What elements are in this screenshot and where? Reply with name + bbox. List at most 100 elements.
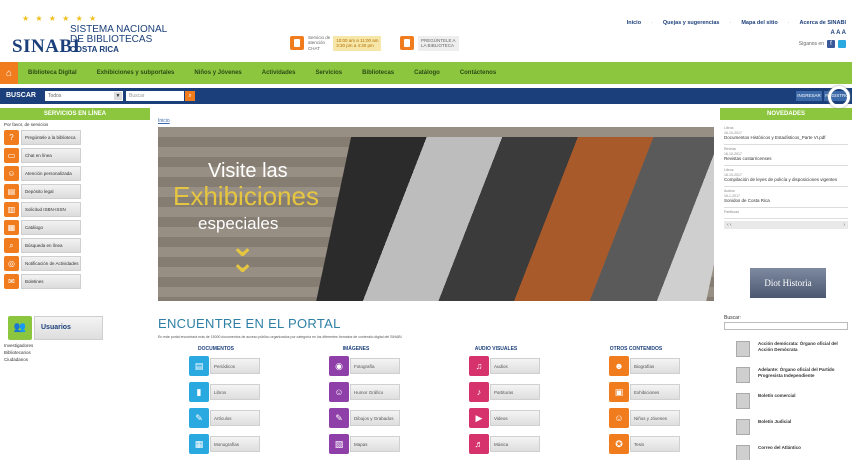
publication-thumbnail: [736, 445, 750, 460]
chat-icon: [290, 36, 304, 50]
publication-item[interactable]: Correo del Atlántico: [732, 440, 848, 460]
chat-promo[interactable]: Servicio de atención CHAT 10:00 am a 11:…: [290, 32, 382, 54]
category-item-videos[interactable]: ▶ Videos: [436, 408, 556, 430]
main-nav: ⌂ Biblioteca Digital Exhibiciones y subp…: [0, 62, 852, 84]
nav-contactenos[interactable]: Contáctenos: [450, 70, 506, 76]
news-next-button[interactable]: ›: [843, 222, 845, 228]
chat-hours-2: 3:30 pm a 4:30 pm: [336, 43, 374, 48]
banner-photos: [314, 137, 714, 301]
breadcrumb[interactable]: Inicio: [158, 118, 170, 124]
nav-exhibiciones[interactable]: Exhibiciones y subportales: [87, 70, 185, 76]
category-item-audios[interactable]: ♫ Audios: [436, 356, 556, 378]
news-item[interactable]: Libros 16-10-2017 Compilación de leyes d…: [724, 166, 848, 187]
news-item[interactable]: Revista 16-10-2017 Revistas costarricens…: [724, 145, 848, 166]
publication-title: Boletín comercial: [758, 393, 796, 398]
exhibitions-banner[interactable]: Visite las Exhibiciones especiales ⌄ ⌄: [158, 127, 714, 301]
users-label: Usuarios: [34, 316, 103, 340]
pencil-icon: ✎: [329, 408, 349, 428]
kids-icon: ☺: [609, 408, 629, 428]
nav-bibliotecas[interactable]: Bibliotecas: [352, 70, 404, 76]
top-links: Inicio · Quejas y sugerencias · Mapa del…: [626, 20, 846, 26]
twitter-icon[interactable]: [838, 40, 846, 48]
question-icon: ?: [4, 130, 19, 145]
news-item[interactable]: Libros 16-10-2017 Documentos Históricos …: [724, 124, 848, 145]
publication-title: Correo del Atlántico: [758, 445, 801, 450]
publication-thumbnail: [736, 341, 750, 357]
users-link-investigadores[interactable]: Investigadores: [4, 342, 33, 349]
article-icon: ✎: [189, 408, 209, 428]
music-icon: ♬: [469, 434, 489, 454]
search-button[interactable]: ⌕: [185, 91, 195, 101]
login-button[interactable]: INGRESAR: [796, 91, 822, 101]
publication-item[interactable]: Boletín comercial: [732, 388, 848, 414]
category-item-monografias[interactable]: ▦ Monografías: [156, 434, 276, 456]
category-item-ninos[interactable]: ☺ Niños y Jóvenes: [576, 408, 696, 430]
category-audiovisuales: AUDIO VISUALES ♫ Audios ♪ Partituras ▶ Vide…: [436, 346, 556, 460]
category-documentos: DOCUMENTOS ▤ Periódicos ▮ Libros ✎ Artículo…: [156, 346, 276, 460]
category-item-dibujos[interactable]: ✎ Dibujos y Grabados: [296, 408, 416, 430]
portal-title: ENCUENTRE EN EL PORTAL: [158, 316, 341, 331]
toplink-mapa[interactable]: Mapa del sitio: [741, 20, 777, 26]
service-busqueda[interactable]: ⌕ Búsqueda en línea: [2, 237, 150, 254]
font-size-controls[interactable]: A A A: [831, 30, 846, 36]
service-notificacion[interactable]: ◎ Notificación de Actividades: [2, 255, 150, 272]
portal-categories: DOCUMENTOS ▤ Periódicos ▮ Libros ✎ Artículo…: [156, 346, 712, 460]
category-item-exhibiciones[interactable]: ▣ Exhibiciones: [576, 382, 696, 404]
nav-servicios[interactable]: Servicios: [305, 70, 352, 76]
users-link-bibliotecarios[interactable]: Bibliotecarios: [4, 349, 33, 356]
sinabi-logo[interactable]: ★ ★ ★ ★ ★ ★ SINABI SISTEMA NACIONAL DE B…: [8, 14, 168, 57]
publication-item[interactable]: Boletín Judicial: [732, 414, 848, 440]
logo-line-3: COSTA RICA: [70, 45, 119, 54]
category-item-musica[interactable]: ♬ Música: [436, 434, 556, 456]
publications-search-input[interactable]: [724, 322, 848, 330]
category-item-periodicos[interactable]: ▤ Periódicos: [156, 356, 276, 378]
service-boletines[interactable]: ✉ Boletines: [2, 273, 150, 290]
users-link-ciudadanos[interactable]: Ciudadanos: [4, 356, 33, 363]
category-item-humor[interactable]: ☺ Humor Gráfico: [296, 382, 416, 404]
category-item-biografias[interactable]: ☻ Biografías: [576, 356, 696, 378]
home-icon[interactable]: ⌂: [0, 62, 18, 84]
catalog-icon: ▦: [4, 220, 19, 235]
service-atencion[interactable]: ☺ Atención personalizada: [2, 165, 150, 182]
chat-icon: ▭: [4, 148, 19, 163]
publication-item[interactable]: Adelante: Órgano oficial del Partido Pro…: [732, 362, 848, 388]
magnifier-icon[interactable]: [828, 86, 850, 108]
search-bar: BUSCAR Todos ▼ Buscar ⌕ INGRESAR REGISTR…: [0, 88, 852, 104]
users-button[interactable]: 👥 Usuarios: [8, 316, 103, 340]
category-item-mapas[interactable]: ▧ Mapas: [296, 434, 416, 456]
category-item-tesis[interactable]: ✪ Tesis: [576, 434, 696, 456]
nav-catalogo[interactable]: Catálogo: [404, 70, 450, 76]
nav-actividades[interactable]: Actividades: [252, 70, 306, 76]
toplink-inicio[interactable]: Inicio: [627, 20, 641, 26]
toplink-quejas[interactable]: Quejas y sugerencias: [663, 20, 720, 26]
news-item[interactable]: Partituras: [724, 208, 848, 219]
camera-icon: ◉: [329, 356, 349, 376]
service-deposito[interactable]: ▤ Depósito legal: [2, 183, 150, 200]
toplink-acerca[interactable]: Acerca de SINABI: [800, 20, 846, 26]
service-isbn[interactable]: ▥ Solicitud ISBN-ISSN: [2, 201, 150, 218]
category-title: DOCUMENTOS: [197, 346, 235, 352]
service-preguntele[interactable]: ? Pregúntele a la biblioteca: [2, 129, 150, 146]
service-chat[interactable]: ▭ Chat en línea: [2, 147, 150, 164]
historia-banner[interactable]: Diot Historia: [750, 268, 826, 298]
publication-item[interactable]: Acción demócrata: Órgano oficial del Acc…: [732, 336, 848, 362]
category-item-articulos[interactable]: ✎ Artículos: [156, 408, 276, 430]
search-scope-select[interactable]: Todos ▼: [45, 91, 123, 101]
news-prev-button[interactable]: ‹ ‹: [727, 222, 732, 228]
sheet-music-icon: ♪: [469, 382, 489, 402]
service-catalogo[interactable]: ▦ Catálogo: [2, 219, 150, 236]
category-item-libros[interactable]: ▮ Libros: [156, 382, 276, 404]
category-item-fotografia[interactable]: ◉ Fotografía: [296, 356, 416, 378]
news-item[interactable]: Audios 16-1-2017 Sonidos de Costa Rica: [724, 187, 848, 208]
category-item-label: Audios: [490, 358, 540, 374]
category-item-label: Tesis: [630, 436, 680, 452]
category-item-partituras[interactable]: ♪ Partituras: [436, 382, 556, 404]
facebook-icon[interactable]: f: [827, 40, 835, 48]
smile-icon: ☺: [329, 382, 349, 402]
nav-ninos-jovenes[interactable]: Niños y Jóvenes: [184, 70, 251, 76]
search-input[interactable]: Buscar: [126, 91, 184, 101]
category-imagenes: IMÁGENES ◉ Fotografía ☺ Humor Gráfico ✎ Dib…: [296, 346, 416, 460]
nav-biblioteca-digital[interactable]: Biblioteca Digital: [18, 70, 87, 76]
video-icon: ▶: [469, 408, 489, 428]
ask-library-promo[interactable]: PREGÚNTELE A LA BIBLIOTECA: [400, 32, 459, 54]
